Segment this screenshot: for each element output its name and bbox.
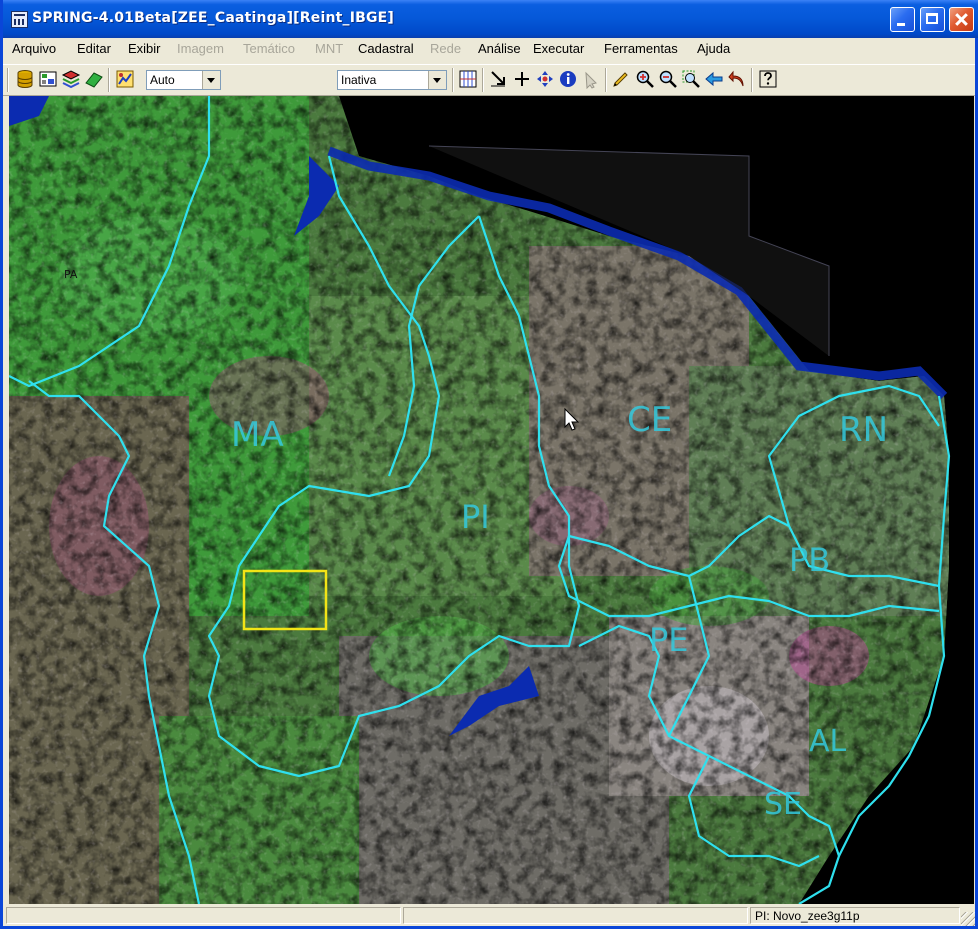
toolbar-separator	[482, 68, 484, 92]
pencil-icon[interactable]	[611, 69, 631, 89]
menu-executar[interactable]: Executar	[533, 41, 584, 56]
menu-mnt[interactable]: MNT	[315, 41, 343, 56]
menu-tematico[interactable]: Temático	[243, 41, 295, 56]
toolbar-separator	[108, 68, 110, 92]
status-left	[6, 907, 401, 924]
stack-icon[interactable]	[61, 69, 81, 89]
window-title: SPRING-4.01Beta[ZEE_Caatinga][Reint_IBGE…	[32, 10, 395, 26]
close-button[interactable]	[949, 7, 974, 32]
zoom-out-icon[interactable]	[658, 69, 678, 89]
info-icon[interactable]	[558, 69, 578, 89]
scale-mode-select[interactable]: Auto	[146, 70, 221, 90]
database-icon[interactable]	[15, 69, 35, 89]
chevron-down-icon[interactable]	[202, 71, 220, 89]
menu-bar: Arquivo Editar Exibir Imagem Temático MN…	[3, 38, 975, 60]
satellite-map[interactable]: MA PI CE RN PB PE AL SE PA	[9, 96, 974, 904]
map-label-pa: PA	[64, 268, 78, 281]
map-label-se: SE	[764, 787, 802, 822]
layers-icon[interactable]	[38, 69, 58, 89]
mode-select[interactable]: Inativa	[337, 70, 447, 90]
menu-imagem[interactable]: Imagem	[177, 41, 224, 56]
help-icon[interactable]	[758, 69, 778, 89]
map-label-al: AL	[809, 724, 847, 759]
toolbar-grip	[7, 68, 9, 92]
menu-rede[interactable]: Rede	[430, 41, 461, 56]
map-label-pi: PI	[461, 498, 490, 536]
scale-mode-value: Auto	[150, 73, 175, 87]
status-middle	[403, 907, 748, 924]
menu-cadastral[interactable]: Cadastral	[358, 41, 414, 56]
menu-ferramentas[interactable]: Ferramentas	[604, 41, 678, 56]
pan-icon[interactable]	[535, 69, 555, 89]
menu-analise[interactable]: Análise	[478, 41, 521, 56]
back-arrow-icon[interactable]	[704, 69, 724, 89]
grid-icon[interactable]	[458, 69, 478, 89]
toolbar-separator	[452, 68, 454, 92]
toolbar-separator	[751, 68, 753, 92]
chevron-down-icon[interactable]	[428, 71, 446, 89]
map-label-pe: PE	[649, 621, 689, 659]
maximize-button[interactable]	[920, 7, 945, 32]
zoom-box-icon[interactable]	[681, 69, 701, 89]
map-label-rn: RN	[839, 410, 888, 450]
crosshair-icon[interactable]	[512, 69, 532, 89]
map-label-ma: MA	[231, 415, 284, 455]
menu-editar[interactable]: Editar	[77, 41, 111, 56]
status-plane-label: PI: Novo_zee3g11p	[755, 909, 860, 923]
resize-grip[interactable]	[961, 912, 975, 926]
cursor-arrow-icon[interactable]	[488, 69, 508, 89]
menu-arquivo[interactable]: Arquivo	[12, 41, 56, 56]
map-canvas[interactable]: MA PI CE RN PB PE AL SE PA	[9, 96, 974, 904]
map-label-ce: CE	[627, 400, 672, 440]
status-bar: PI: Novo_zee3g11p	[6, 905, 975, 926]
zoom-in-icon[interactable]	[635, 69, 655, 89]
map-icon[interactable]	[115, 69, 135, 89]
app-icon[interactable]	[11, 11, 28, 28]
toolbar: Auto 1/ 6503597 Inativa	[3, 64, 975, 154]
minimize-button[interactable]	[890, 7, 915, 32]
select-icon[interactable]	[581, 69, 601, 89]
menu-ajuda[interactable]: Ajuda	[697, 41, 730, 56]
mode-value: Inativa	[341, 73, 377, 87]
title-bar[interactable]: SPRING-4.01Beta[ZEE_Caatinga][Reint_IBGE…	[3, 0, 978, 38]
menu-exibir[interactable]: Exibir	[128, 41, 161, 56]
toolbar-separator	[605, 68, 607, 92]
eraser-icon[interactable]	[84, 69, 104, 89]
map-label-pb: PB	[789, 541, 830, 579]
status-plane-info: PI: Novo_zee3g11p	[750, 907, 960, 924]
application-window: SPRING-4.01Beta[ZEE_Caatinga][Reint_IBGE…	[0, 0, 978, 929]
undo-icon[interactable]	[727, 69, 747, 89]
